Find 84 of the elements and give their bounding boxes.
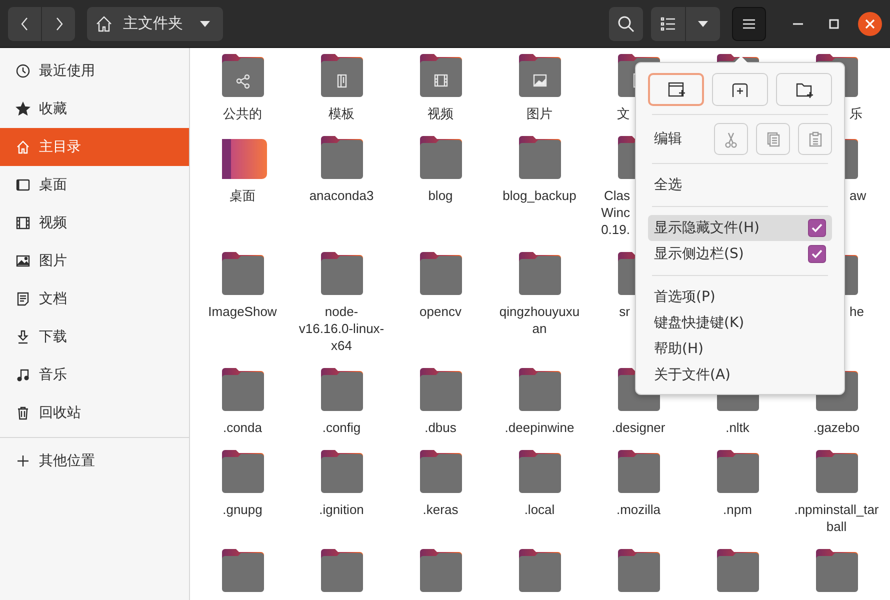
copy-icon: [765, 130, 781, 148]
film-icon: [15, 215, 31, 231]
dropdown-caret-icon: [697, 20, 709, 28]
file-name[interactable]: 图片: [496, 105, 582, 122]
menu-item[interactable]: 键盘快捷键(K): [648, 310, 832, 336]
file-name[interactable]: .mozilla: [596, 501, 682, 518]
close-button[interactable]: [858, 12, 882, 36]
menu-item[interactable]: 全选: [648, 172, 832, 198]
menu-item[interactable]: 关于文件(A): [648, 362, 832, 388]
path-button[interactable]: 主文件夹: [87, 6, 223, 40]
sidebar-item[interactable]: 桌面: [0, 166, 189, 204]
edit-label: 编辑: [654, 130, 683, 148]
paste-icon: [807, 130, 823, 148]
menu-icon: [742, 16, 756, 30]
sidebar-item[interactable]: 主目录: [0, 128, 189, 166]
search-icon: [617, 14, 635, 32]
new-window-button[interactable]: [648, 73, 704, 106]
checkbox[interactable]: [808, 245, 826, 263]
file-name[interactable]: .conda: [200, 419, 286, 436]
file-name[interactable]: opencv: [398, 303, 484, 320]
sidebar-item[interactable]: 其他位置: [0, 442, 189, 480]
file-name[interactable]: .npminstall_tarball: [794, 501, 880, 535]
maximize-icon: [828, 18, 840, 30]
close-icon: [865, 18, 875, 28]
list-view-button[interactable]: [651, 6, 685, 40]
file-name[interactable]: .config: [298, 419, 384, 436]
dropdown-caret-icon: [199, 20, 211, 28]
file-name[interactable]: .deepinwine: [496, 419, 582, 436]
home-icon: [15, 139, 31, 155]
sidebar-item[interactable]: 下载: [0, 318, 189, 356]
file-name[interactable]: node-v16.16.0-linux-x64: [298, 303, 384, 354]
file-name[interactable]: .keras: [398, 501, 484, 518]
trash-icon: [15, 405, 31, 421]
sidebar-item[interactable]: 音乐: [0, 356, 189, 394]
menu-button[interactable]: [732, 6, 766, 40]
new-window-icon: [666, 80, 686, 98]
clock-icon: [15, 63, 31, 79]
list-icon: [660, 16, 676, 32]
sidebar-item[interactable]: 图片: [0, 242, 189, 280]
file-name[interactable]: .nltk: [694, 419, 780, 436]
file-name[interactable]: blog_backup: [496, 187, 582, 204]
scissors-icon: [723, 130, 739, 148]
file-name[interactable]: .dbus: [398, 419, 484, 436]
sidebar-item[interactable]: 文档: [0, 280, 189, 318]
file-name[interactable]: anaconda3: [298, 187, 384, 204]
download-icon: [15, 329, 31, 345]
file-name[interactable]: .ignition: [298, 501, 384, 518]
file-name[interactable]: 模板: [298, 105, 384, 122]
desktop-icon: [15, 177, 31, 193]
menu-item[interactable]: 帮助(H): [648, 336, 832, 362]
minimize-icon: [793, 22, 803, 24]
document-icon: [15, 291, 31, 307]
checkbox[interactable]: [808, 219, 826, 237]
checkmark-icon: [811, 223, 823, 233]
picture-icon: [15, 253, 31, 269]
search-button[interactable]: [609, 6, 643, 40]
menu-item[interactable]: 显示侧边栏(S): [648, 241, 832, 267]
star-icon: [15, 101, 31, 117]
file-name[interactable]: .gazebo: [794, 419, 880, 436]
file-name[interactable]: .npm: [694, 501, 780, 518]
file-name[interactable]: 视频: [398, 105, 484, 122]
file-name[interactable]: qingzhouyuxuan: [496, 303, 582, 337]
file-name[interactable]: .gnupg: [200, 501, 286, 518]
file-name[interactable]: .local: [496, 501, 582, 518]
new-tab-button[interactable]: [712, 73, 768, 106]
sidebar-item[interactable]: 回收站: [0, 394, 189, 432]
view-options-button[interactable]: [686, 6, 720, 40]
file-name[interactable]: .designer: [596, 419, 682, 436]
sidebar-item[interactable]: 收藏: [0, 90, 189, 128]
music-note-icon: [15, 367, 31, 383]
checkmark-icon: [811, 249, 823, 259]
file-name[interactable]: 桌面: [200, 187, 286, 204]
file-name[interactable]: blog: [398, 187, 484, 204]
new-folder-icon: [794, 80, 814, 98]
new-tab-icon: [730, 80, 750, 98]
file-name[interactable]: 公共的: [200, 105, 286, 122]
plus-icon: [15, 453, 31, 469]
home-icon: [95, 14, 113, 32]
new-folder-button[interactable]: [776, 73, 832, 106]
file-name[interactable]: ImageShow: [200, 303, 286, 320]
menu-item[interactable]: 显示隐藏文件(H): [648, 215, 832, 241]
sidebar-item[interactable]: 最近使用: [0, 52, 189, 90]
menu-item[interactable]: 首选项(P): [648, 284, 832, 310]
sidebar-item[interactable]: 视频: [0, 204, 189, 242]
